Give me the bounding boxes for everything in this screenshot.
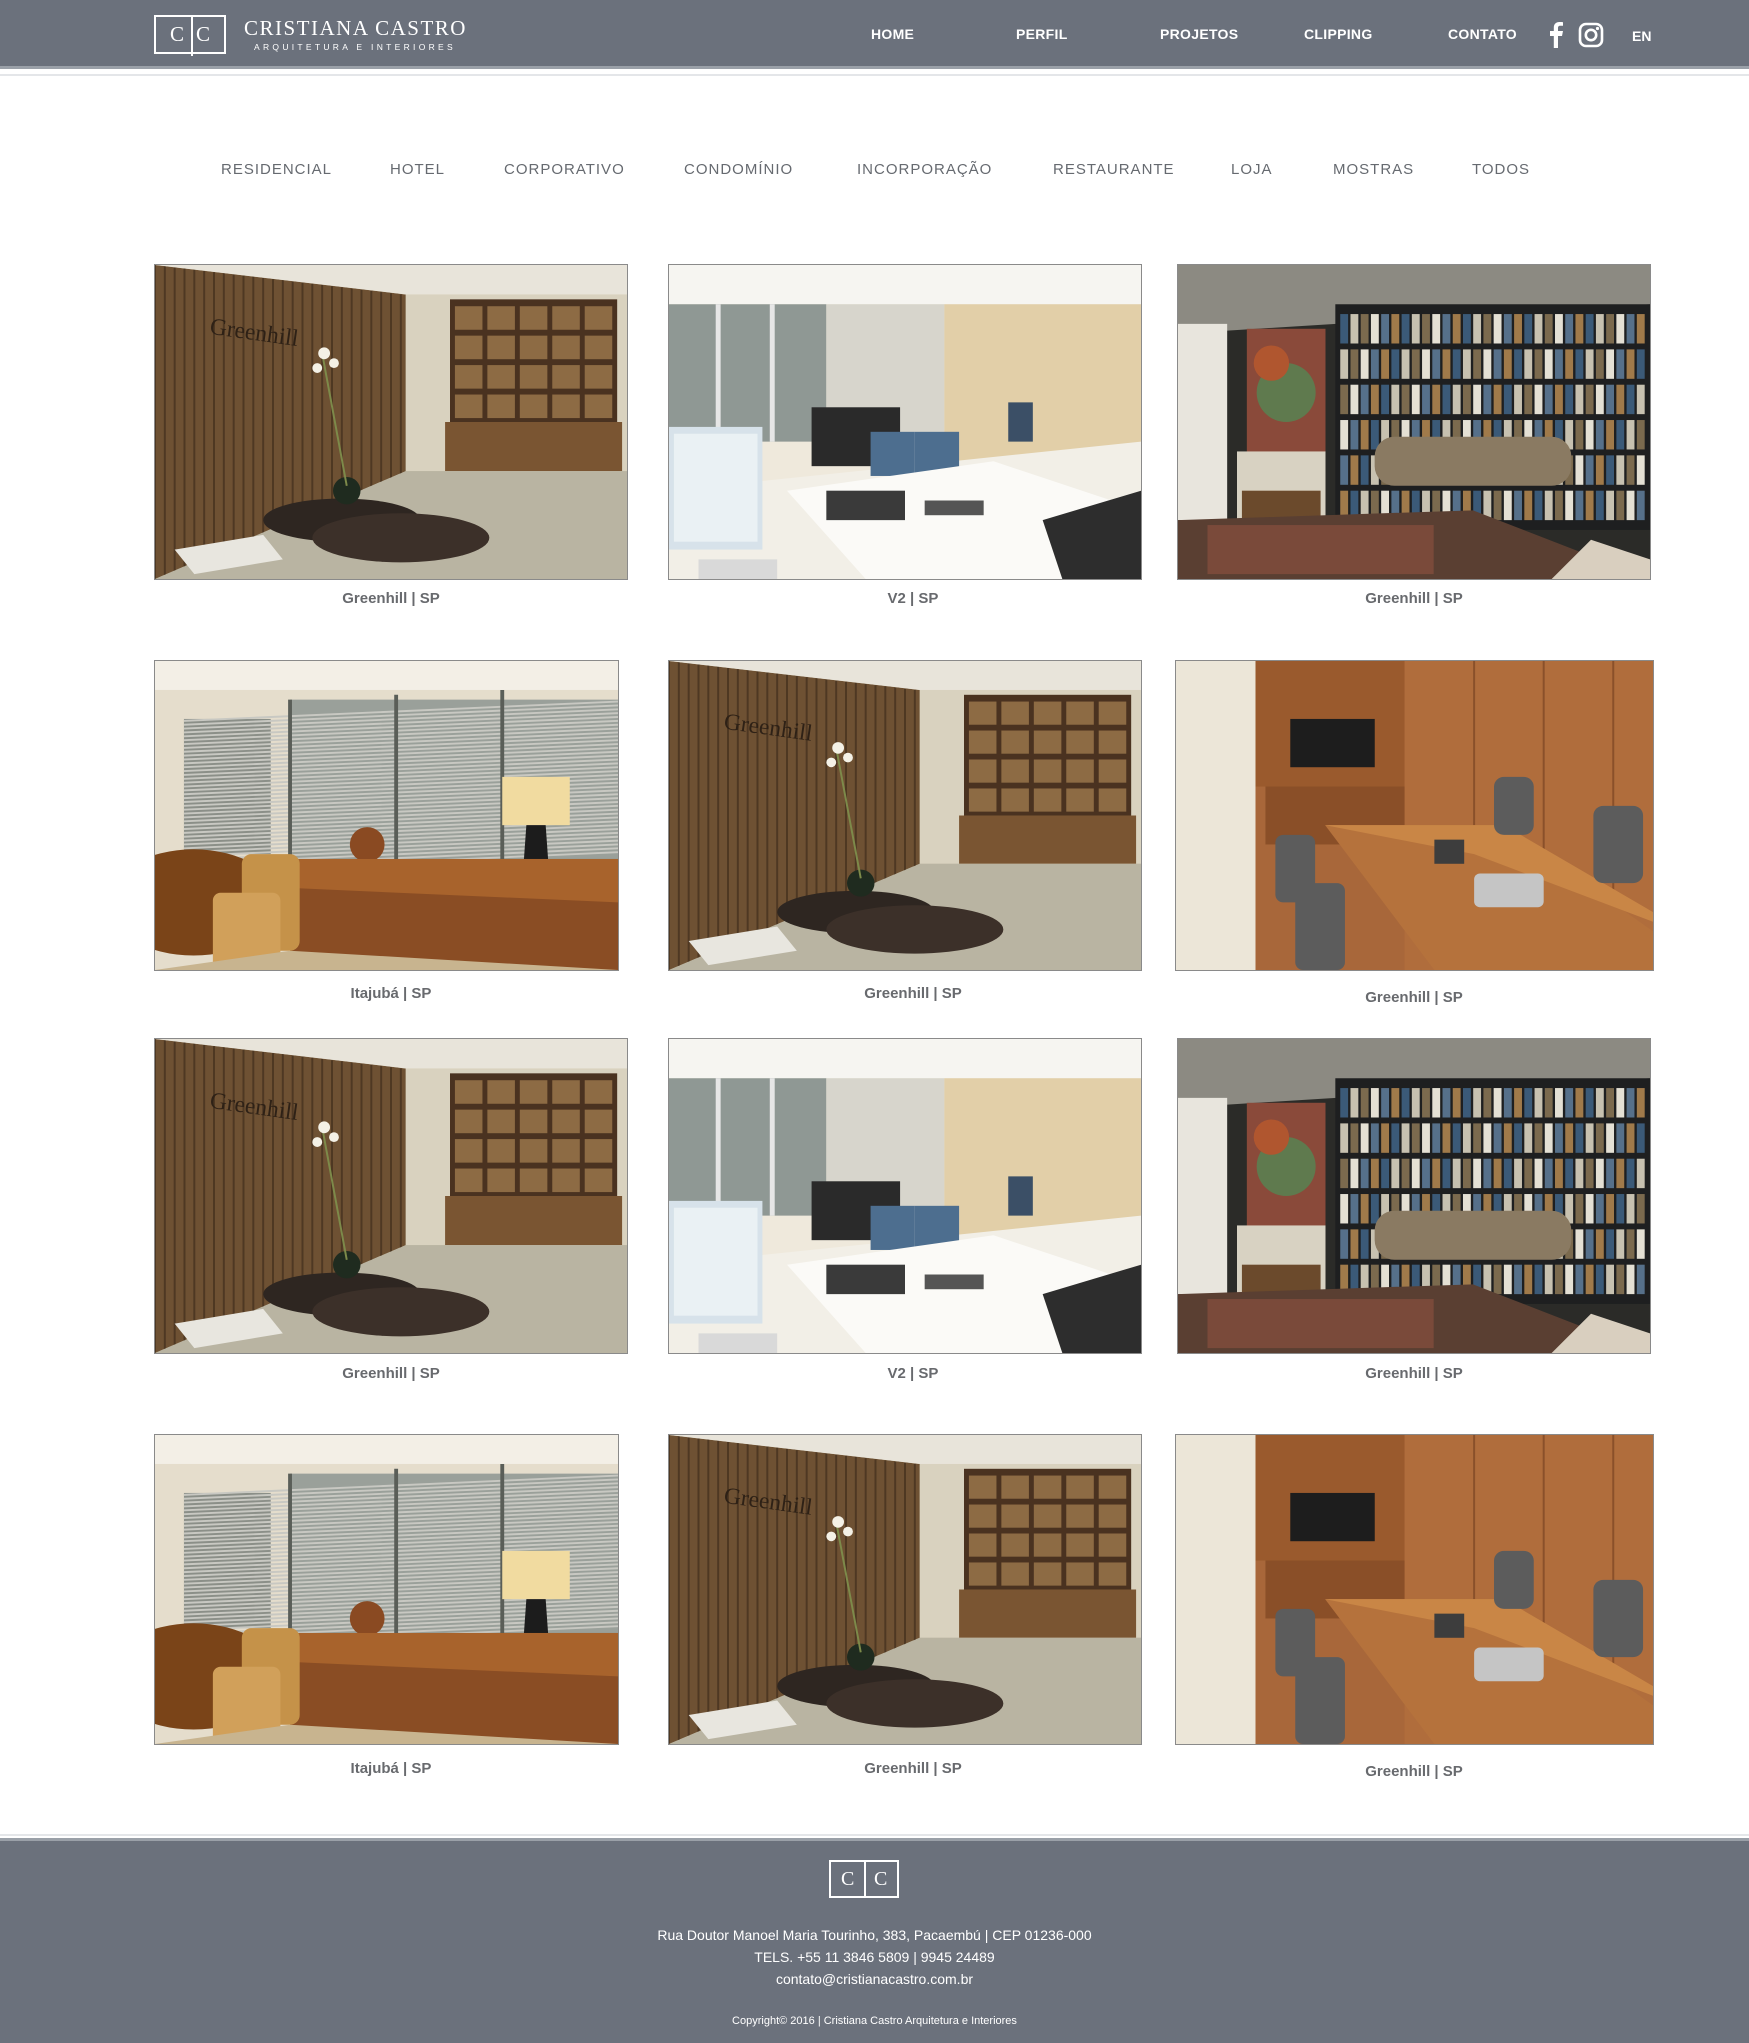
- project-caption[interactable]: Greenhill | SP: [1177, 1763, 1651, 1780]
- project-caption[interactable]: Greenhill | SP: [1177, 989, 1651, 1006]
- footer-copyright: Copyright© 2016 | Cristiana Castro Arqui…: [732, 2015, 1017, 2027]
- project-photo: [669, 265, 1141, 579]
- project-photo: Greenhill: [155, 1039, 627, 1353]
- filter-loja[interactable]: LOJA: [1231, 161, 1273, 178]
- instagram-icon[interactable]: [1578, 22, 1604, 53]
- filter-condominio[interactable]: CONDOMÍNIO: [684, 161, 793, 178]
- project-photo: Greenhill: [669, 661, 1141, 970]
- footer-email[interactable]: contato@cristianacastro.com.br: [0, 1971, 1749, 1987]
- facebook-icon[interactable]: [1549, 22, 1563, 53]
- project-caption[interactable]: Greenhill | SP: [676, 1760, 1150, 1777]
- footer-monogram-divider: [864, 1862, 866, 1896]
- nav-perfil[interactable]: PERFIL: [1016, 26, 1068, 42]
- project-caption[interactable]: V2 | SP: [676, 1365, 1150, 1382]
- site-header: C C CRISTIANA CASTRO ARQUITETURA E INTER…: [0, 0, 1749, 69]
- project-caption[interactable]: Itajubá | SP: [154, 1760, 628, 1777]
- project-thumbnail[interactable]: Greenhill: [154, 1038, 628, 1354]
- footer-divider: [0, 1834, 1749, 1836]
- project-thumbnail[interactable]: Greenhill: [668, 1434, 1142, 1745]
- filter-restaurante[interactable]: RESTAURANTE: [1053, 161, 1175, 178]
- site-footer: C C Rua Doutor Manoel Maria Tourinho, 38…: [0, 1838, 1749, 2043]
- logo-monogram: C C: [154, 15, 226, 56]
- project-photo: Greenhill: [669, 1435, 1141, 1744]
- language-switch[interactable]: EN: [1632, 28, 1651, 44]
- project-thumbnail[interactable]: [1177, 1038, 1651, 1354]
- footer-phones: TELS. +55 11 3846 5809 | 9945 24489: [754, 1949, 995, 1965]
- project-photo: [669, 1039, 1141, 1353]
- project-thumbnail[interactable]: [1177, 264, 1651, 580]
- filter-residencial[interactable]: RESIDENCIAL: [221, 161, 332, 178]
- project-caption[interactable]: Greenhill | SP: [1177, 1365, 1651, 1382]
- brand-tagline: ARQUITETURA E INTERIORES: [254, 42, 456, 52]
- brand-logo[interactable]: C C CRISTIANA CASTRO ARQUITETURA E INTER…: [154, 15, 467, 56]
- filter-todos[interactable]: TODOS: [1472, 161, 1530, 178]
- project-thumbnail[interactable]: Greenhill: [154, 264, 628, 580]
- project-thumbnail[interactable]: [668, 264, 1142, 580]
- project-photo: Greenhill: [155, 265, 627, 579]
- project-caption[interactable]: Itajubá | SP: [154, 985, 628, 1002]
- header-divider: [0, 74, 1749, 76]
- footer-logo[interactable]: C C: [829, 1860, 899, 1898]
- project-thumbnail[interactable]: [1175, 660, 1654, 971]
- project-photo: [1176, 1435, 1653, 1744]
- project-caption[interactable]: Greenhill | SP: [154, 590, 628, 607]
- project-thumbnail[interactable]: [154, 1434, 619, 1745]
- project-photo: [1176, 661, 1653, 970]
- brand-name: CRISTIANA CASTRO: [244, 16, 467, 40]
- nav-home[interactable]: HOME: [871, 26, 914, 42]
- project-photo: [155, 1435, 618, 1744]
- project-caption[interactable]: Greenhill | SP: [154, 1365, 628, 1382]
- filter-mostras[interactable]: MOSTRAS: [1333, 161, 1414, 178]
- project-photo: [155, 661, 618, 970]
- project-photo: [1178, 265, 1650, 579]
- filter-incorporacao[interactable]: INCORPORAÇÃO: [857, 161, 992, 178]
- footer-address: Rua Doutor Manoel Maria Tourinho, 383, P…: [657, 1927, 1092, 1943]
- project-caption[interactable]: Greenhill | SP: [676, 985, 1150, 1002]
- footer-monogram-right: C: [874, 1868, 888, 1890]
- nav-projetos[interactable]: PROJETOS: [1160, 26, 1238, 42]
- monogram-left: C: [169, 22, 184, 46]
- project-thumbnail[interactable]: [1175, 1434, 1654, 1745]
- project-thumbnail[interactable]: [668, 1038, 1142, 1354]
- project-photo: [1178, 1039, 1650, 1353]
- project-caption[interactable]: V2 | SP: [676, 590, 1150, 607]
- project-caption[interactable]: Greenhill | SP: [1177, 590, 1651, 607]
- footer-monogram-left: C: [841, 1868, 855, 1890]
- monogram-right: C: [196, 22, 211, 46]
- filter-corporativo[interactable]: CORPORATIVO: [504, 161, 625, 178]
- filter-hotel[interactable]: HOTEL: [390, 161, 445, 178]
- nav-clipping[interactable]: CLIPPING: [1304, 26, 1373, 42]
- monogram-divider: [191, 17, 193, 56]
- project-thumbnail[interactable]: [154, 660, 619, 971]
- logo-wordmark: CRISTIANA CASTRO ARQUITETURA E INTERIORE…: [244, 17, 467, 52]
- project-thumbnail[interactable]: Greenhill: [668, 660, 1142, 971]
- nav-contato[interactable]: CONTATO: [1448, 26, 1517, 42]
